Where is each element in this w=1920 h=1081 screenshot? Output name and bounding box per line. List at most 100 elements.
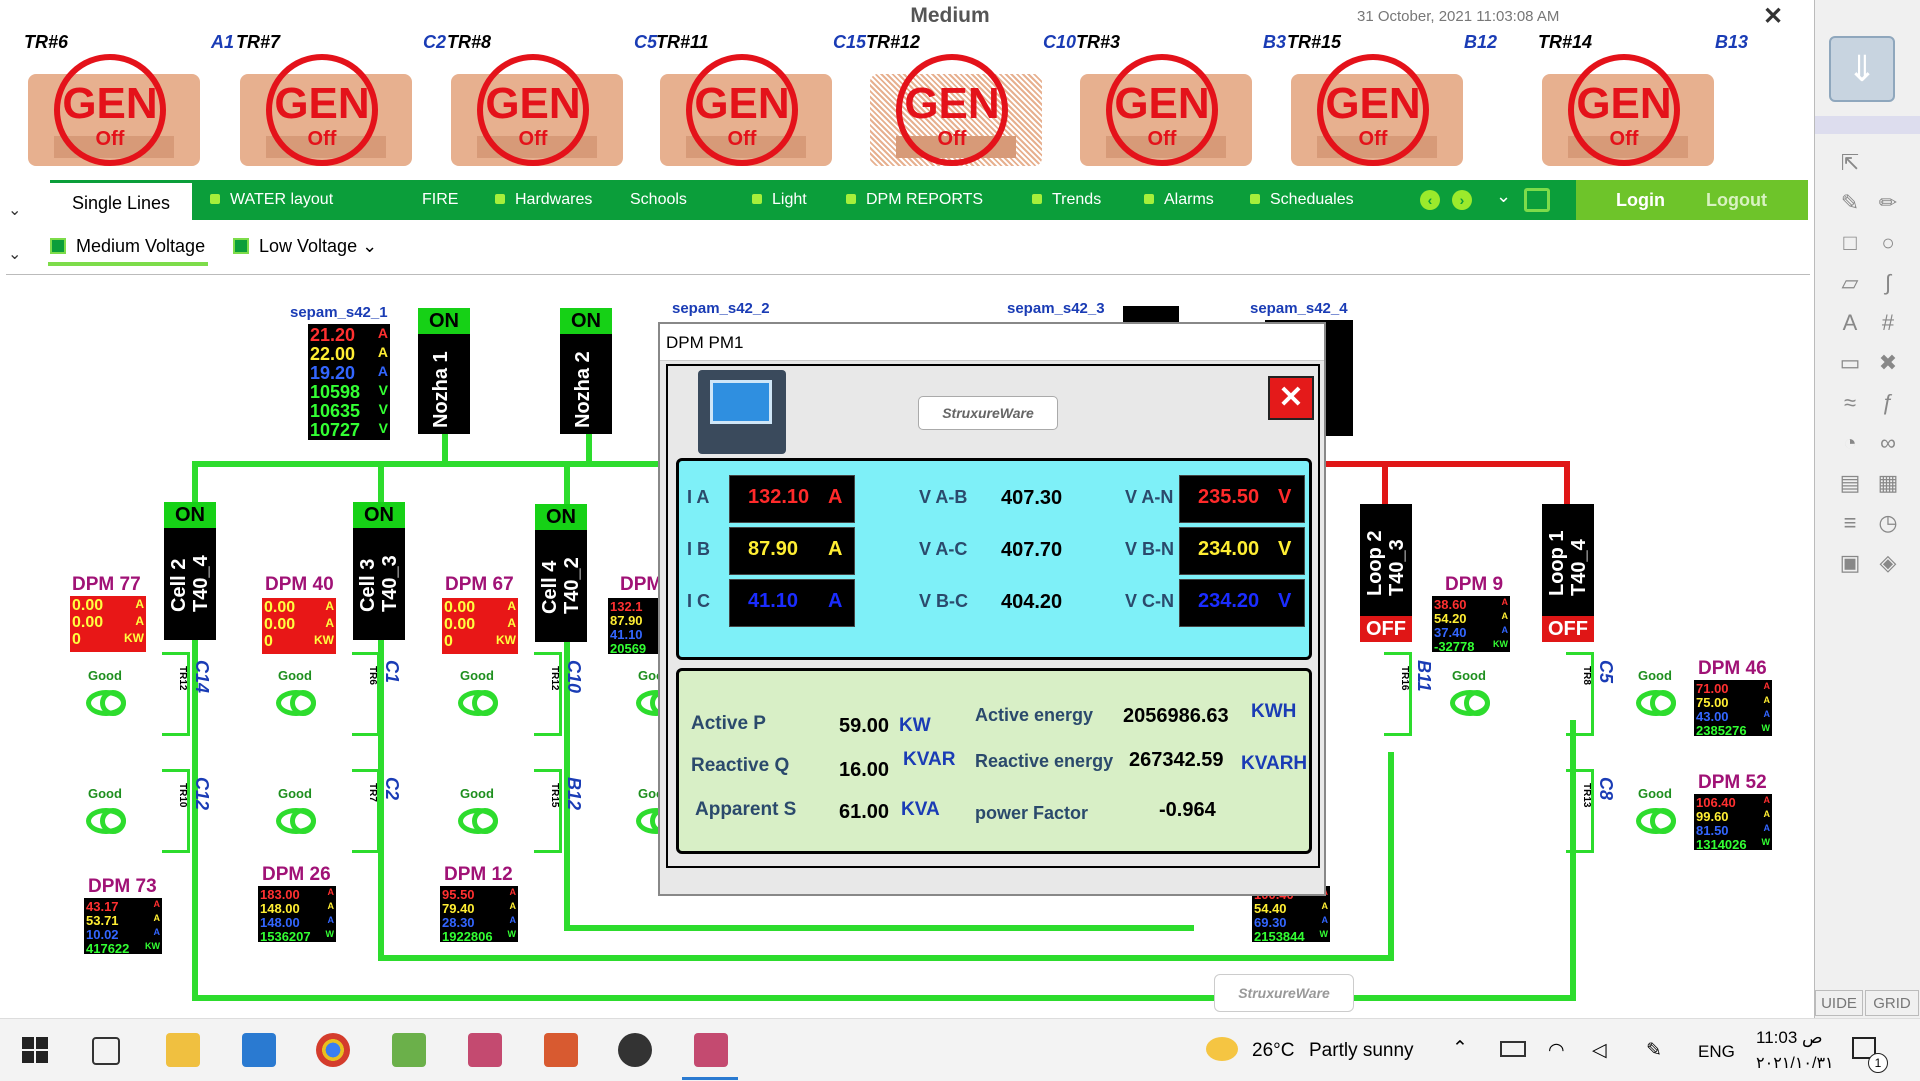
loop-2-switch[interactable]: Loop 2 T40_3 OFF <box>1360 504 1412 642</box>
dpm-title: DPM 26 <box>262 864 331 885</box>
nozha-2-switch[interactable]: ON Nozha 2 <box>560 308 612 434</box>
app-icon[interactable] <box>544 1033 578 1067</box>
task-view-icon[interactable] <box>92 1037 120 1065</box>
close-icon[interactable]: ✕ <box>1763 2 1783 31</box>
collapse-icon[interactable]: ⇓ <box>1829 36 1895 102</box>
dpm-52-meter[interactable]: 106.40 A 99.60 A 81.50 A 1314026 W <box>1694 794 1772 851</box>
puzzle-icon[interactable]: ◈ <box>1871 548 1905 578</box>
pen-icon[interactable]: ✎ <box>1833 188 1867 218</box>
weather-icon[interactable] <box>1206 1037 1238 1061</box>
nav-dpm-reports[interactable]: DPM REPORTS <box>846 180 983 220</box>
battery-icon[interactable] <box>1500 1041 1526 1057</box>
prev-arrow-icon[interactable]: ‹ <box>1420 190 1440 210</box>
grid-button[interactable]: GRID <box>1865 990 1919 1016</box>
rect-icon[interactable]: □ <box>1833 228 1867 258</box>
chrome-icon[interactable] <box>316 1033 350 1067</box>
chart-icon[interactable]: ≈ <box>1833 388 1867 418</box>
reactive-energy-value: 267342.59 <box>1129 749 1224 771</box>
nav-water-layout[interactable]: WATER layout <box>210 180 333 220</box>
chevron-up-icon[interactable]: ⌃ <box>1452 1037 1468 1060</box>
dial-icon[interactable]: ◷ <box>1871 508 1905 538</box>
dpm-67-meter[interactable]: 0.00 A 0.00 A 0 KW <box>442 598 518 654</box>
tab-single-lines[interactable]: Single Lines <box>50 180 192 225</box>
arrow-icon[interactable]: ⇱ <box>1833 148 1867 178</box>
dpm-40-meter[interactable]: 0.00 A 0.00 A 0 KW <box>262 598 336 654</box>
windows-start-icon[interactable] <box>22 1037 48 1063</box>
generator-1[interactable]: TR#6 A1 GEN Off <box>24 32 234 172</box>
generator-5[interactable]: TR#12 C10 GEN Off <box>866 32 1076 172</box>
app-icon[interactable] <box>618 1033 652 1067</box>
dpm-meter[interactable]: 132.1 87.90 41.10 20569 <box>608 598 658 655</box>
printer-icon[interactable] <box>1524 188 1550 212</box>
cell-3-switch[interactable]: ON Cell 3 T40_3 <box>353 502 405 640</box>
language-indicator[interactable]: ENG <box>1698 1042 1735 1062</box>
dpm-73-meter[interactable]: 43.17 A 53.71 A 10.02 A 417622 KW <box>84 898 162 955</box>
generator-8[interactable]: TR#14 B13 GEN Off <box>1538 32 1748 172</box>
popup-titlebar: DPM PM1 <box>660 324 1324 361</box>
tab-medium-voltage[interactable]: Medium Voltage <box>50 236 205 257</box>
weather-text: Partly sunny <box>1309 1040 1414 1061</box>
stack-icon[interactable]: ≡ <box>1833 508 1867 538</box>
cell-2-switch[interactable]: ON Cell 2 T40_4 <box>164 502 216 640</box>
nav-alarms[interactable]: Alarms <box>1144 180 1214 220</box>
logout-button[interactable]: Logout <box>1706 190 1767 211</box>
wifi-icon[interactable]: ◠ <box>1548 1039 1565 1062</box>
app-icon[interactable] <box>392 1033 426 1067</box>
generator-6[interactable]: TR#3 B3 GEN Off <box>1076 32 1286 172</box>
button-icon[interactable]: ▭ <box>1833 348 1867 378</box>
text-icon[interactable]: A <box>1833 308 1867 338</box>
clock-date[interactable]: ٢٠٢١/١٠/٣١ <box>1756 1053 1834 1073</box>
chevron-down-icon[interactable]: ⌄ <box>1496 186 1511 207</box>
breaker-label: C14 <box>192 660 212 694</box>
table-icon[interactable]: ▤ <box>1833 468 1867 498</box>
breaker-bracket <box>1566 769 1594 853</box>
curve-icon[interactable]: ∫ <box>1871 268 1905 298</box>
nozha-1-switch[interactable]: ON Nozha 1 <box>418 308 470 434</box>
nav-schools[interactable]: Schools <box>630 180 687 220</box>
nav-scheduales[interactable]: Scheduales <box>1250 180 1354 220</box>
dpm-9-meter[interactable]: 38.60 A 54.20 A 37.40 A -32778 KW <box>1432 596 1510 653</box>
nav-trends[interactable]: Trends <box>1032 180 1101 220</box>
clock-time[interactable]: 11:03 ص <box>1756 1028 1823 1048</box>
dpm-46-meter[interactable]: 71.00 A 75.00 A 43.00 A 2385276 W <box>1694 680 1772 737</box>
chevron-down-icon[interactable]: ⌄ <box>8 200 21 220</box>
nav-fire[interactable]: FIRE <box>422 180 458 220</box>
image-icon[interactable]: ▣ <box>1833 548 1867 578</box>
app-icon[interactable] <box>468 1033 502 1067</box>
shape-icon[interactable]: ▱ <box>1833 268 1867 298</box>
phase-voltage-label: V A-N <box>1125 487 1174 507</box>
dpm-26-meter[interactable]: 183.00 A 148.00 A 148.00 A 1536207 W <box>258 886 336 943</box>
gauge-icon[interactable]: ◔ <box>1833 428 1867 458</box>
nav-light[interactable]: Light <box>752 180 807 220</box>
sepam-meter[interactable]: 21.20 A 22.00 A 19.20 A 10598 V 10635 V 10727 V <box>308 324 390 440</box>
hash-icon[interactable]: # <box>1871 308 1905 338</box>
guide-button[interactable]: UIDE <box>1815 990 1863 1016</box>
login-button[interactable]: Login <box>1616 190 1665 211</box>
tools-icon[interactable]: ✖ <box>1871 348 1905 378</box>
grid-icon[interactable]: ▦ <box>1871 468 1905 498</box>
window-title: Medium <box>910 4 990 27</box>
dpm-12-meter[interactable]: 95.50 A 79.40 A 28.30 A 1922806 W <box>440 886 518 943</box>
volume-icon[interactable]: ◁ <box>1592 1039 1607 1062</box>
link-icon[interactable]: ∞ <box>1871 428 1905 458</box>
generator-3[interactable]: TR#8 C5 GEN Off <box>447 32 657 172</box>
popup-close-button[interactable]: ✕ <box>1268 376 1314 420</box>
loop-1-switch[interactable]: Loop 1 T40_4 OFF <box>1542 504 1594 642</box>
generator-2[interactable]: TR#7 C2 GEN Off <box>236 32 446 172</box>
tab-low-voltage[interactable]: Low Voltage ⌄ <box>233 236 377 257</box>
pen-icon[interactable]: ✎ <box>1646 1039 1662 1062</box>
circle-icon[interactable]: ○ <box>1871 228 1905 258</box>
file-explorer-icon[interactable] <box>166 1033 200 1067</box>
next-arrow-icon[interactable]: › <box>1452 190 1472 210</box>
app-icon[interactable] <box>694 1033 728 1067</box>
pencil-icon[interactable]: ✏ <box>1871 188 1905 218</box>
generator-4[interactable]: TR#11 C15 GEN Off <box>656 32 866 172</box>
chevron-down-icon[interactable]: ⌄ <box>8 244 21 264</box>
fx-icon[interactable]: ƒ <box>1871 388 1905 418</box>
cell-4-switch[interactable]: ON Cell 4 T40_2 <box>535 504 587 642</box>
generator-7[interactable]: TR#15 B12 GEN Off <box>1287 32 1497 172</box>
meter-row: 106.40 A <box>1696 795 1770 810</box>
nav-hardwares[interactable]: Hardwares <box>495 180 592 220</box>
mail-icon[interactable] <box>242 1033 276 1067</box>
dpm-77-meter[interactable]: 0.00 A 0.00 A 0 KW <box>70 596 146 652</box>
